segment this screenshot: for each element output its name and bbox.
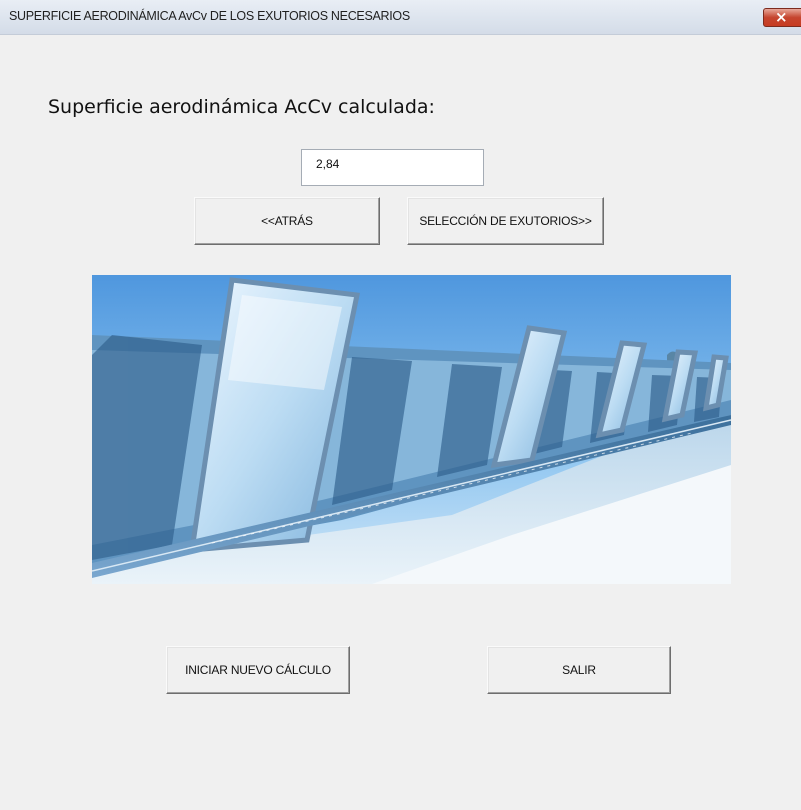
select-vents-button[interactable]: SELECCIÓN DE EXUTORIOS>> xyxy=(407,197,604,245)
close-button[interactable]: × xyxy=(763,8,801,27)
result-heading: Superficie aerodinámica AcCv calculada: xyxy=(48,96,435,118)
select-vents-button-label: SELECCIÓN DE EXUTORIOS>> xyxy=(419,214,592,228)
exit-button-label: SALIR xyxy=(562,663,596,677)
close-icon: × xyxy=(775,8,788,26)
back-button[interactable]: <<ATRÁS xyxy=(194,197,380,245)
back-button-label: <<ATRÁS xyxy=(261,214,313,228)
title-bar: SUPERFICIE AERODINÁMICA AvCv DE LOS EXUT… xyxy=(0,0,801,35)
skylight-roof-photo xyxy=(92,275,731,584)
exit-button[interactable]: SALIR xyxy=(487,646,671,694)
new-calculation-button[interactable]: INICIAR NUEVO CÁLCULO xyxy=(166,646,350,694)
new-calculation-button-label: INICIAR NUEVO CÁLCULO xyxy=(185,663,331,677)
result-field[interactable]: 2,84 xyxy=(301,149,484,186)
window-title: SUPERFICIE AERODINÁMICA AvCv DE LOS EXUT… xyxy=(9,9,410,23)
